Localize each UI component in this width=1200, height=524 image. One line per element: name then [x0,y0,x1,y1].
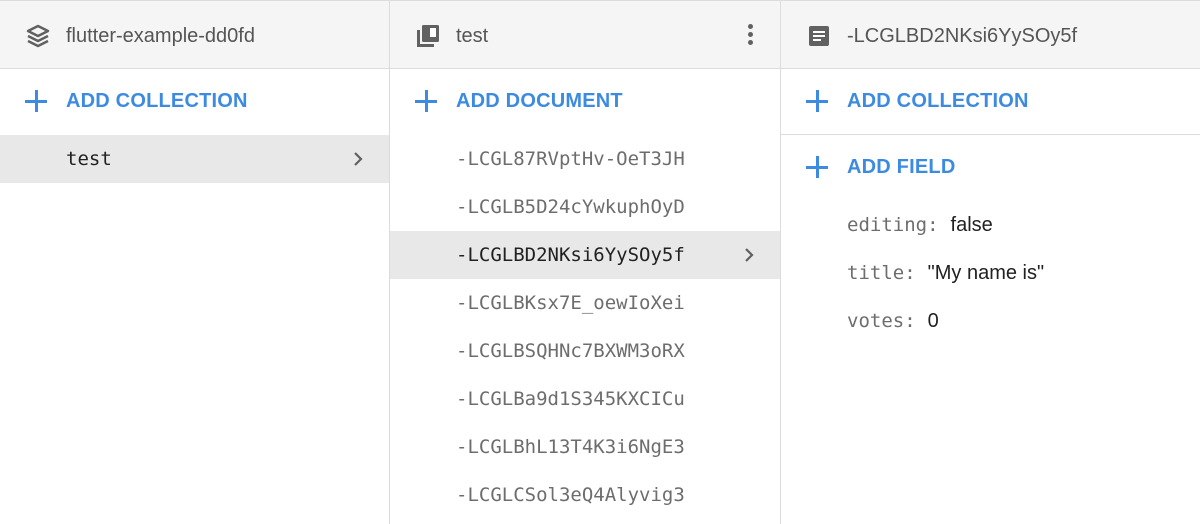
document-id: -LCGLB5D24cYwkuphOyD [456,196,685,218]
document-item[interactable]: -LCGLCSol3eQ4Alyvig3 [390,471,780,519]
add-field-label: ADD FIELD [847,156,956,178]
root-panel-header: flutter-example-dd0fd [0,1,389,69]
field-value: "My name is" [927,262,1045,284]
collection-label: test [66,148,112,170]
firebase-layers-icon [26,24,50,48]
document-icon [809,26,829,46]
document-item[interactable]: -LCGLBSQHNc7BXWM3oRX [390,327,780,375]
field-row-votes[interactable]: votes: 0 [781,297,1200,345]
field-key: editing: [847,214,939,236]
document-item[interactable]: -LCGLBa9d1S345KXCICu [390,375,780,423]
add-subcollection-button[interactable]: ADD COLLECTION [781,69,1200,135]
firestore-panels: flutter-example-dd0fd ADD COLLECTION tes… [0,0,1200,524]
field-row-editing[interactable]: editing: false [781,201,1200,249]
document-id: -LCGLBhL13T4K3i6NgE3 [456,436,685,458]
collection-panel: test ADD DOCUMENT -LCGL87RVptHv-OeT3JH -… [390,1,781,524]
document-item[interactable]: -LCGLB5D24cYwkuphOyD [390,183,780,231]
collection-item-test[interactable]: test [0,135,389,183]
plus-icon [24,89,48,113]
document-id: -LCGLBKsx7E_oewIoXei [456,292,685,314]
add-document-button[interactable]: ADD DOCUMENT [390,69,780,135]
document-item[interactable]: -LCGLBKsx7E_oewIoXei [390,279,780,327]
document-id: -LCGLCSol3eQ4Alyvig3 [456,484,685,506]
plus-icon [414,89,438,113]
collection-panel-header: test [390,1,780,69]
document-id: -LCGLBD2NKsi6YySOy5f [456,244,685,266]
add-collection-label: ADD COLLECTION [847,90,1029,112]
document-id: -LCGLBSQHNc7BXWM3oRX [456,340,685,362]
plus-icon [805,89,829,113]
field-key: votes: [847,310,916,332]
add-collection-button[interactable]: ADD COLLECTION [0,69,389,135]
add-collection-label: ADD COLLECTION [66,90,248,112]
document-item-selected[interactable]: -LCGLBD2NKsi6YySOy5f [390,231,780,279]
chevron-right-icon [745,248,754,262]
field-key: title: [847,262,916,284]
add-document-label: ADD DOCUMENT [456,90,623,112]
document-panel-header: -LCGLBD2NKsi6YySOy5f [781,1,1200,69]
more-vert-icon[interactable] [740,21,760,51]
document-panel: -LCGLBD2NKsi6YySOy5f ADD COLLECTION ADD … [781,1,1200,524]
document-title: -LCGLBD2NKsi6YySOy5f [847,25,1078,47]
chevron-right-icon [354,152,363,166]
add-field-button[interactable]: ADD FIELD [781,135,1200,201]
document-id: -LCGLBa9d1S345KXCICu [456,388,685,410]
project-title: flutter-example-dd0fd [66,25,255,47]
document-item[interactable]: -LCGL87RVptHv-OeT3JH [390,135,780,183]
document-item[interactable]: -LCGLBhL13T4K3i6NgE3 [390,423,780,471]
field-value: false [950,214,993,236]
root-panel: flutter-example-dd0fd ADD COLLECTION tes… [0,1,390,524]
field-row-title[interactable]: title: "My name is" [781,249,1200,297]
plus-icon [805,155,829,179]
collection-icon [417,25,439,47]
collection-title: test [456,25,489,47]
document-id: -LCGL87RVptHv-OeT3JH [456,148,685,170]
field-value: 0 [927,310,939,332]
